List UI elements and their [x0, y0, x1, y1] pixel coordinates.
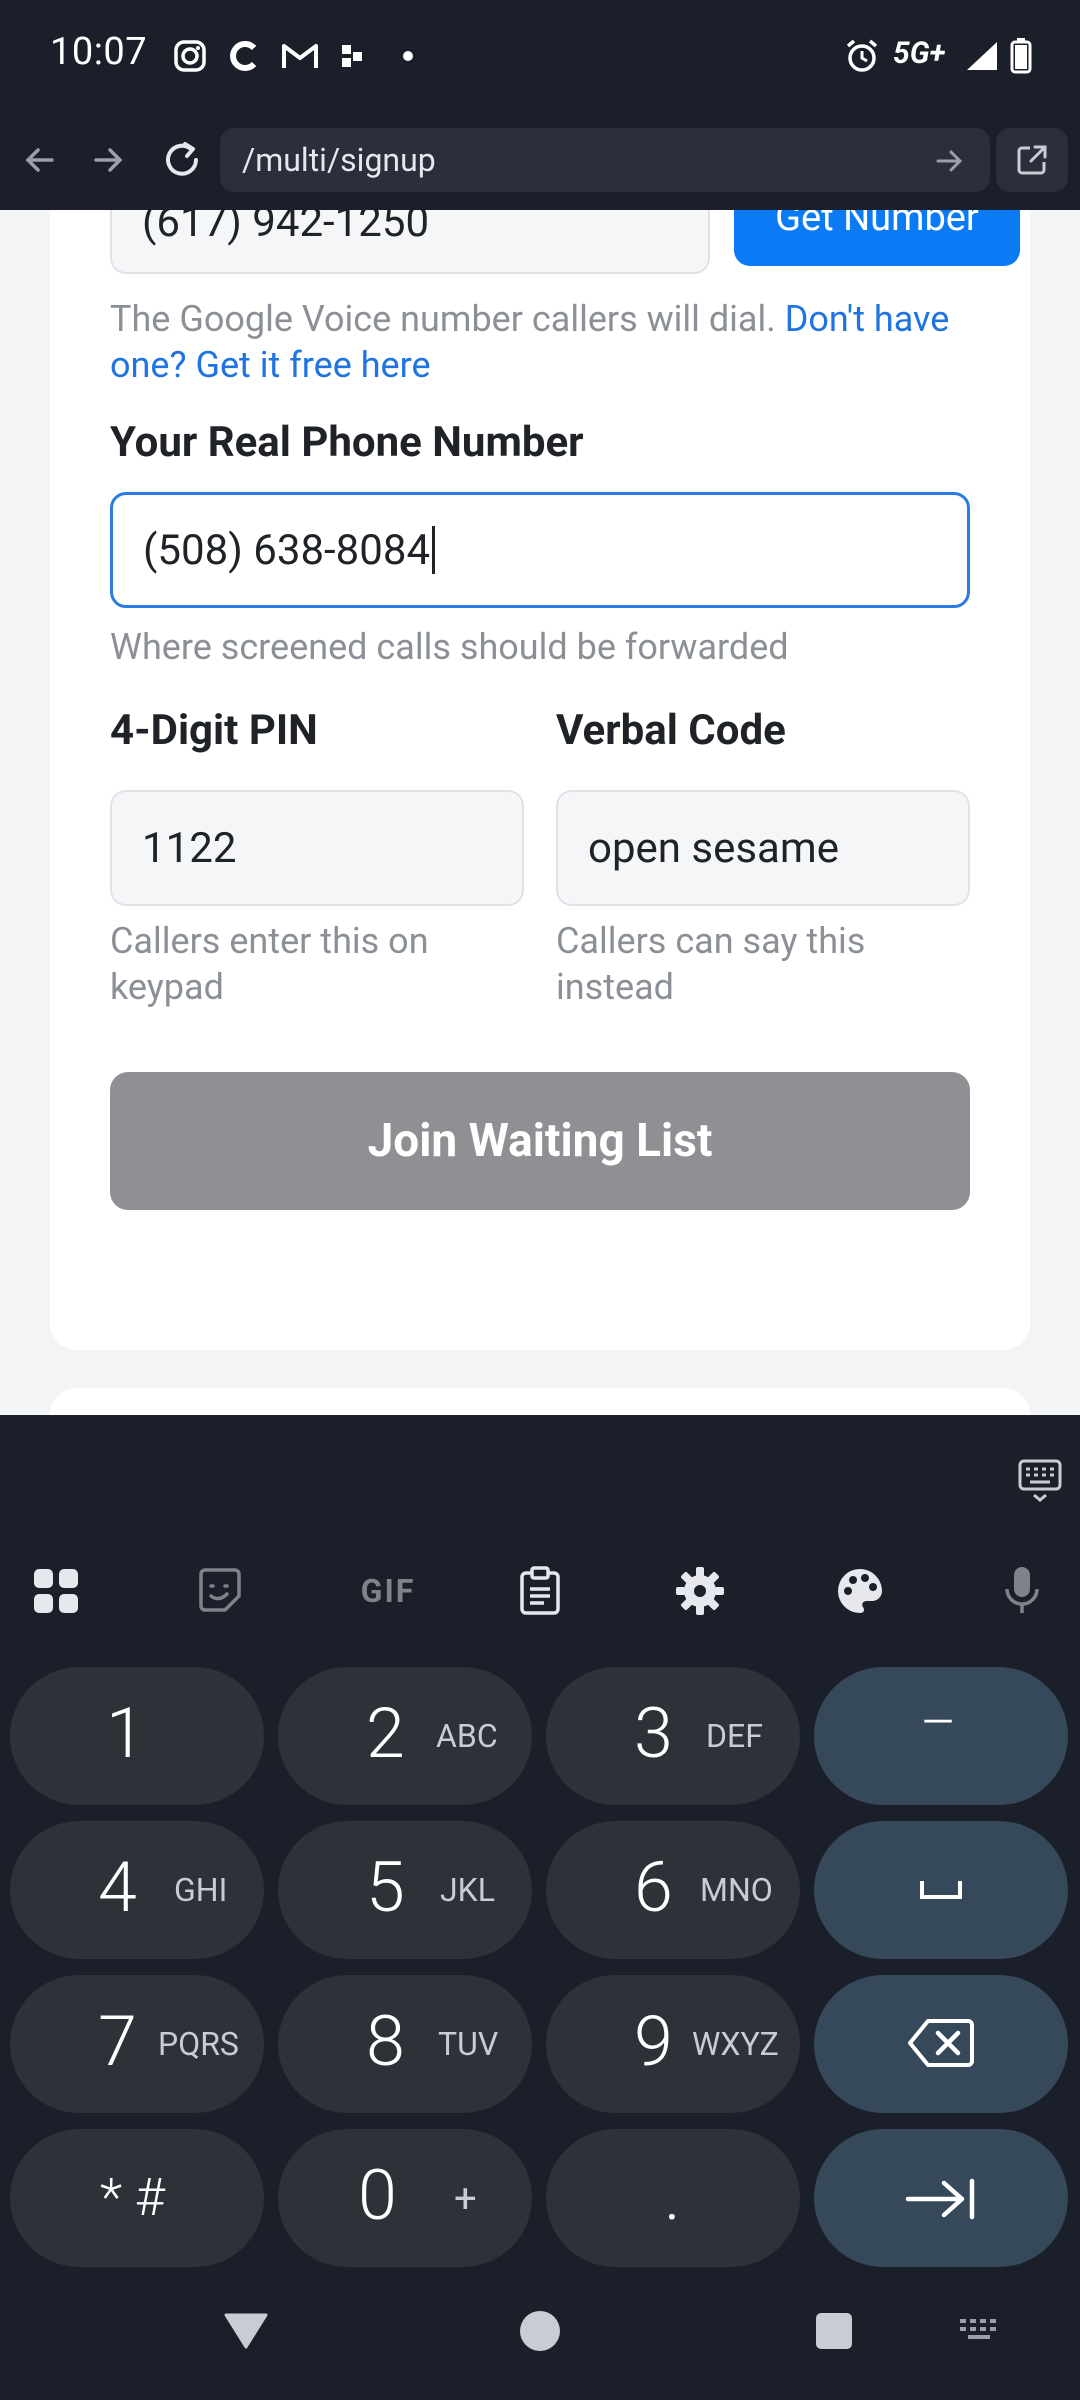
- key-5-digit: 5: [366, 1847, 405, 1929]
- key-3-digit: 3: [634, 1693, 673, 1775]
- key-7-digit: 7: [98, 2001, 137, 2083]
- google-voice-number-input[interactable]: (617) 942-1250: [110, 210, 710, 274]
- alarm-icon: [842, 36, 882, 76]
- key-3-letters: DEF: [706, 1717, 763, 1755]
- navigation-bar: [0, 2285, 1080, 2400]
- key-1-digit: 1: [106, 1693, 145, 1775]
- dash-glyph: –: [920, 1689, 957, 1755]
- instagram-icon: [170, 36, 210, 76]
- key-0[interactable]: 0 +: [278, 2129, 532, 2267]
- key-4-letters: GHI: [174, 1871, 228, 1909]
- go-arrow-icon[interactable]: [932, 144, 966, 178]
- signup-card: (617) 942-1250 Get Number The Google Voi…: [50, 210, 1030, 1350]
- backspace-icon: [908, 2019, 974, 2067]
- tab-next-icon: [905, 2178, 975, 2220]
- join-waiting-list-button[interactable]: Join Waiting List: [110, 1072, 970, 1210]
- key-space[interactable]: [814, 1821, 1068, 1959]
- battery-icon: [1008, 36, 1034, 76]
- key-star-hash[interactable]: * #: [10, 2129, 264, 2267]
- url-bar[interactable]: /multi/signup: [220, 128, 990, 192]
- key-7-letters: PQRS: [158, 2025, 239, 2063]
- key-6[interactable]: 6 MNO: [546, 1821, 800, 1959]
- key-2-digit: 2: [366, 1693, 405, 1775]
- google-voice-hint: The Google Voice number callers will dia…: [110, 296, 990, 388]
- c-app-icon: [224, 36, 264, 76]
- gmail-icon: [278, 36, 322, 76]
- key-backspace[interactable]: [814, 1975, 1068, 2113]
- key-8-digit: 8: [366, 2001, 405, 2083]
- keyboard-hide-icon[interactable]: [1016, 1455, 1064, 1503]
- key-dash[interactable]: –: [814, 1667, 1068, 1805]
- key-4[interactable]: 4 GHI: [10, 1821, 264, 1959]
- web-content: (617) 942-1250 Get Number The Google Voi…: [0, 210, 1080, 1415]
- open-external-button[interactable]: [996, 128, 1068, 192]
- key-6-letters: MNO: [700, 1871, 773, 1909]
- reload-icon[interactable]: [158, 136, 206, 184]
- back-triangle-icon[interactable]: [222, 2307, 270, 2355]
- status-bar: 10:07 5G+: [0, 0, 1080, 110]
- key-4-digit: 4: [98, 1847, 137, 1929]
- space-icon: [920, 1881, 962, 1899]
- verbal-code-input[interactable]: open sesame: [556, 790, 970, 906]
- number-keyboard: GIF 1 2 ABC 3 DEF – 4 GHI 5 JKL 6 MNO 7 …: [0, 1535, 1080, 2285]
- key-5[interactable]: 5 JKL: [278, 1821, 532, 1959]
- get-number-button[interactable]: Get Number: [734, 210, 1020, 266]
- next-card: [50, 1388, 1030, 1415]
- period-label: .: [664, 2155, 681, 2237]
- key-2[interactable]: 2 ABC: [278, 1667, 532, 1805]
- text-caret: [432, 526, 436, 574]
- star-hash-label: * #: [100, 2167, 165, 2228]
- key-next[interactable]: [814, 2129, 1068, 2267]
- keyboard-switch-icon[interactable]: [958, 2315, 1004, 2345]
- key-9[interactable]: 9 WXYZ: [546, 1975, 800, 2113]
- keyboard-top-strip: [0, 1415, 1080, 1535]
- url-text: /multi/signup: [242, 141, 436, 179]
- gif-icon[interactable]: GIF: [348, 1559, 428, 1623]
- real-phone-input[interactable]: (508) 638-8084: [110, 492, 970, 608]
- gif-label: GIF: [360, 1572, 416, 1610]
- key-1[interactable]: 1: [10, 1667, 264, 1805]
- real-phone-hint: Where screened calls should be forwarded: [110, 626, 789, 668]
- signal-icon: [962, 36, 1002, 76]
- open-external-icon: [1017, 145, 1047, 175]
- verbal-code-label: Verbal Code: [556, 706, 786, 755]
- verbal-code-hint: Callers can say this instead: [556, 920, 866, 1008]
- settings-gear-icon[interactable]: [668, 1559, 732, 1623]
- key-8[interactable]: 8 TUV: [278, 1975, 532, 2113]
- home-circle-icon[interactable]: [518, 2309, 562, 2353]
- sticker-icon[interactable]: [188, 1559, 252, 1623]
- key-6-digit: 6: [634, 1847, 673, 1929]
- keyboard-toolbar: GIF: [0, 1535, 1080, 1645]
- pin-hint: Callers enter this on keypad: [110, 920, 429, 1008]
- key-period[interactable]: .: [546, 2129, 800, 2267]
- app-icon: [338, 36, 368, 76]
- pin-label: 4-Digit PIN: [110, 706, 318, 755]
- key-2-letters: ABC: [436, 1717, 498, 1755]
- real-phone-label: Your Real Phone Number: [110, 418, 584, 467]
- key-7[interactable]: 7 PQRS: [10, 1975, 264, 2113]
- network-type: 5G+: [893, 36, 946, 71]
- key-8-letters: TUV: [438, 2025, 499, 2063]
- clipboard-icon[interactable]: [508, 1559, 572, 1623]
- palette-icon[interactable]: [828, 1559, 892, 1623]
- back-arrow-icon[interactable]: [18, 138, 62, 182]
- key-0-digit: 0: [358, 2155, 397, 2237]
- status-time: 10:07: [50, 30, 148, 74]
- microphone-icon[interactable]: [990, 1559, 1054, 1623]
- browser-toolbar: /multi/signup: [0, 110, 1080, 210]
- key-9-digit: 9: [634, 2001, 673, 2083]
- pin-input[interactable]: 1122: [110, 790, 524, 906]
- recents-square-icon[interactable]: [814, 2311, 854, 2351]
- dot-icon: [398, 36, 418, 76]
- key-5-letters: JKL: [440, 1871, 495, 1909]
- key-0-plus: +: [454, 2175, 477, 2222]
- apps-grid-icon[interactable]: [24, 1559, 88, 1623]
- google-voice-hint-text: The Google Voice number callers will dia…: [110, 298, 776, 340]
- real-phone-value: (508) 638-8084: [143, 525, 431, 575]
- key-9-letters: WXYZ: [692, 2025, 779, 2063]
- key-3[interactable]: 3 DEF: [546, 1667, 800, 1805]
- forward-arrow-icon[interactable]: [86, 138, 130, 182]
